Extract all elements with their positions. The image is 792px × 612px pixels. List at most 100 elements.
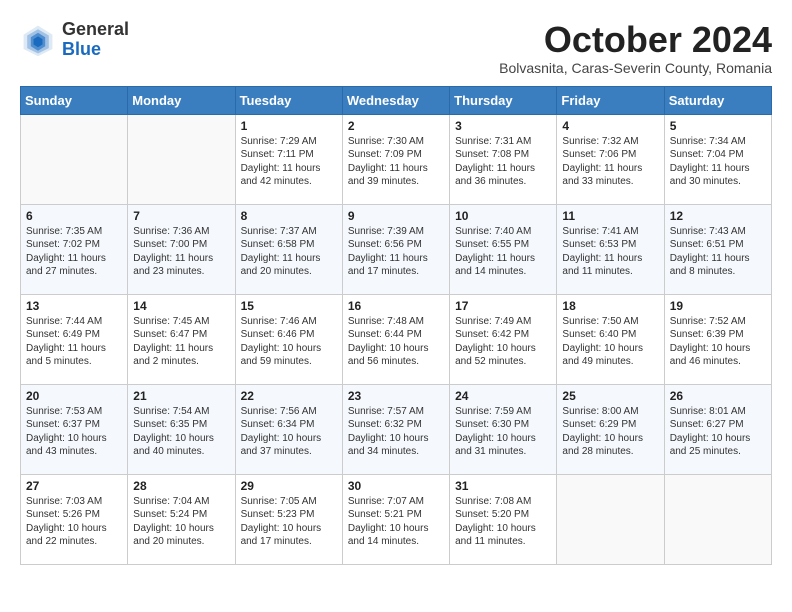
calendar-cell: 9Sunrise: 7:39 AM Sunset: 6:56 PM Daylig… [342,204,449,294]
calendar-cell: 11Sunrise: 7:41 AM Sunset: 6:53 PM Dayli… [557,204,664,294]
day-content: Sunrise: 7:48 AM Sunset: 6:44 PM Dayligh… [348,315,444,369]
day-number: 24 [455,389,551,403]
logo: General Blue [20,20,129,60]
day-number: 9 [348,209,444,223]
day-number: 1 [241,119,337,133]
day-content: Sunrise: 7:54 AM Sunset: 6:35 PM Dayligh… [133,405,229,459]
day-content: Sunrise: 7:08 AM Sunset: 5:20 PM Dayligh… [455,495,551,549]
day-content: Sunrise: 7:34 AM Sunset: 7:04 PM Dayligh… [670,135,766,189]
day-number: 8 [241,209,337,223]
calendar-cell: 4 Sunrise: 7:32 AM Sunset: 7:06 PM Daylig… [557,114,664,204]
day-content: Sunrise: 7:31 AM Sunset: 7:08 PM Dayligh… [455,135,551,189]
day-number: 16 [348,299,444,313]
calendar-cell: 25 Sunrise: 8:00 AM Sunset: 6:29 PM Dayli… [557,384,664,474]
day-content: Sunrise: 7:36 AM Sunset: 7:00 PM Dayligh… [133,225,229,279]
day-content: Sunrise: 7:45 AM Sunset: 6:47 PM Dayligh… [133,315,229,369]
day-content: Sunrise: 8:01 AM Sunset: 6:27 PM Dayligh… [670,405,766,459]
calendar-cell: 15 Sunrise: 7:46 AM Sunset: 6:46 PM Dayli… [235,294,342,384]
day-number: 6 [26,209,122,223]
calendar-cell: 23 Sunrise: 7:57 AM Sunset: 6:32 PM Dayli… [342,384,449,474]
calendar-cell: 2 Sunrise: 7:30 AM Sunset: 7:09 PM Daylig… [342,114,449,204]
day-number: 21 [133,389,229,403]
day-content: Sunrise: 7:50 AM Sunset: 6:40 PM Dayligh… [562,315,658,369]
day-number: 17 [455,299,551,313]
day-content: Sunrise: 7:32 AM Sunset: 7:06 PM Dayligh… [562,135,658,189]
day-content: Sunrise: 7:40 AM Sunset: 6:55 PM Dayligh… [455,225,551,279]
day-header-sunday: Sunday [21,86,128,114]
calendar-cell: 1 Sunrise: 7:29 AM Sunset: 7:11 PM Daylig… [235,114,342,204]
calendar-cell: 3Sunrise: 7:31 AM Sunset: 7:08 PM Daylig… [450,114,557,204]
day-number: 13 [26,299,122,313]
title-block: October 2024 Bolvasnita, Caras-Severin C… [499,20,772,76]
calendar-cell: 17Sunrise: 7:49 AM Sunset: 6:42 PM Dayli… [450,294,557,384]
calendar-cell: 29Sunrise: 7:05 AM Sunset: 5:23 PM Dayli… [235,474,342,564]
day-content: Sunrise: 7:59 AM Sunset: 6:30 PM Dayligh… [455,405,551,459]
calendar-cell: 31Sunrise: 7:08 AM Sunset: 5:20 PM Dayli… [450,474,557,564]
day-number: 15 [241,299,337,313]
day-number: 4 [562,119,658,133]
day-number: 20 [26,389,122,403]
day-header-tuesday: Tuesday [235,86,342,114]
calendar-week-5: 27 Sunrise: 7:03 AM Sunset: 5:26 PM Dayli… [21,474,772,564]
calendar-cell: 6 Sunrise: 7:35 AM Sunset: 7:02 PM Daylig… [21,204,128,294]
day-number: 14 [133,299,229,313]
day-number: 30 [348,479,444,493]
day-content: Sunrise: 7:03 AM Sunset: 5:26 PM Dayligh… [26,495,122,549]
day-content: Sunrise: 7:35 AM Sunset: 7:02 PM Dayligh… [26,225,122,279]
day-content: Sunrise: 7:05 AM Sunset: 5:23 PM Dayligh… [241,495,337,549]
day-number: 25 [562,389,658,403]
calendar-week-1: 1 Sunrise: 7:29 AM Sunset: 7:11 PM Daylig… [21,114,772,204]
logo-blue: Blue [62,39,101,59]
day-content: Sunrise: 7:29 AM Sunset: 7:11 PM Dayligh… [241,135,337,189]
month-title: October 2024 [499,20,772,60]
calendar-cell [128,114,235,204]
day-content: Sunrise: 7:04 AM Sunset: 5:24 PM Dayligh… [133,495,229,549]
logo-icon [20,22,56,58]
day-number: 23 [348,389,444,403]
day-number: 18 [562,299,658,313]
day-number: 7 [133,209,229,223]
day-number: 11 [562,209,658,223]
calendar-cell: 14 Sunrise: 7:45 AM Sunset: 6:47 PM Dayli… [128,294,235,384]
calendar-week-2: 6 Sunrise: 7:35 AM Sunset: 7:02 PM Daylig… [21,204,772,294]
calendar-cell [21,114,128,204]
calendar-cell: 22 Sunrise: 7:56 AM Sunset: 6:34 PM Dayli… [235,384,342,474]
calendar-cell: 21 Sunrise: 7:54 AM Sunset: 6:35 PM Dayli… [128,384,235,474]
calendar-body: 1 Sunrise: 7:29 AM Sunset: 7:11 PM Daylig… [21,114,772,564]
day-content: Sunrise: 7:46 AM Sunset: 6:46 PM Dayligh… [241,315,337,369]
day-number: 26 [670,389,766,403]
day-header-saturday: Saturday [664,86,771,114]
day-content: Sunrise: 7:30 AM Sunset: 7:09 PM Dayligh… [348,135,444,189]
calendar-cell: 28Sunrise: 7:04 AM Sunset: 5:24 PM Dayli… [128,474,235,564]
day-content: Sunrise: 8:00 AM Sunset: 6:29 PM Dayligh… [562,405,658,459]
calendar-header: SundayMondayTuesdayWednesdayThursdayFrid… [21,86,772,114]
calendar-cell: 8Sunrise: 7:37 AM Sunset: 6:58 PM Daylig… [235,204,342,294]
calendar-cell: 19 Sunrise: 7:52 AM Sunset: 6:39 PM Dayli… [664,294,771,384]
calendar-cell: 7 Sunrise: 7:36 AM Sunset: 7:00 PM Daylig… [128,204,235,294]
day-number: 2 [348,119,444,133]
calendar-cell: 20Sunrise: 7:53 AM Sunset: 6:37 PM Dayli… [21,384,128,474]
page-header: General Blue October 2024 Bolvasnita, Ca… [20,20,772,76]
calendar-cell: 5Sunrise: 7:34 AM Sunset: 7:04 PM Daylig… [664,114,771,204]
calendar-cell: 26 Sunrise: 8:01 AM Sunset: 6:27 PM Dayli… [664,384,771,474]
day-content: Sunrise: 7:52 AM Sunset: 6:39 PM Dayligh… [670,315,766,369]
days-of-week-row: SundayMondayTuesdayWednesdayThursdayFrid… [21,86,772,114]
calendar-cell: 13Sunrise: 7:44 AM Sunset: 6:49 PM Dayli… [21,294,128,384]
day-content: Sunrise: 7:57 AM Sunset: 6:32 PM Dayligh… [348,405,444,459]
logo-general: General [62,19,129,39]
day-number: 22 [241,389,337,403]
day-number: 12 [670,209,766,223]
day-header-thursday: Thursday [450,86,557,114]
calendar-week-4: 20Sunrise: 7:53 AM Sunset: 6:37 PM Dayli… [21,384,772,474]
day-number: 27 [26,479,122,493]
calendar-cell [664,474,771,564]
day-header-monday: Monday [128,86,235,114]
day-header-wednesday: Wednesday [342,86,449,114]
calendar-cell: 30Sunrise: 7:07 AM Sunset: 5:21 PM Dayli… [342,474,449,564]
day-content: Sunrise: 7:43 AM Sunset: 6:51 PM Dayligh… [670,225,766,279]
calendar-week-3: 13Sunrise: 7:44 AM Sunset: 6:49 PM Dayli… [21,294,772,384]
calendar-cell: 24 Sunrise: 7:59 AM Sunset: 6:30 PM Dayli… [450,384,557,474]
calendar-cell: 10Sunrise: 7:40 AM Sunset: 6:55 PM Dayli… [450,204,557,294]
day-content: Sunrise: 7:56 AM Sunset: 6:34 PM Dayligh… [241,405,337,459]
day-number: 19 [670,299,766,313]
